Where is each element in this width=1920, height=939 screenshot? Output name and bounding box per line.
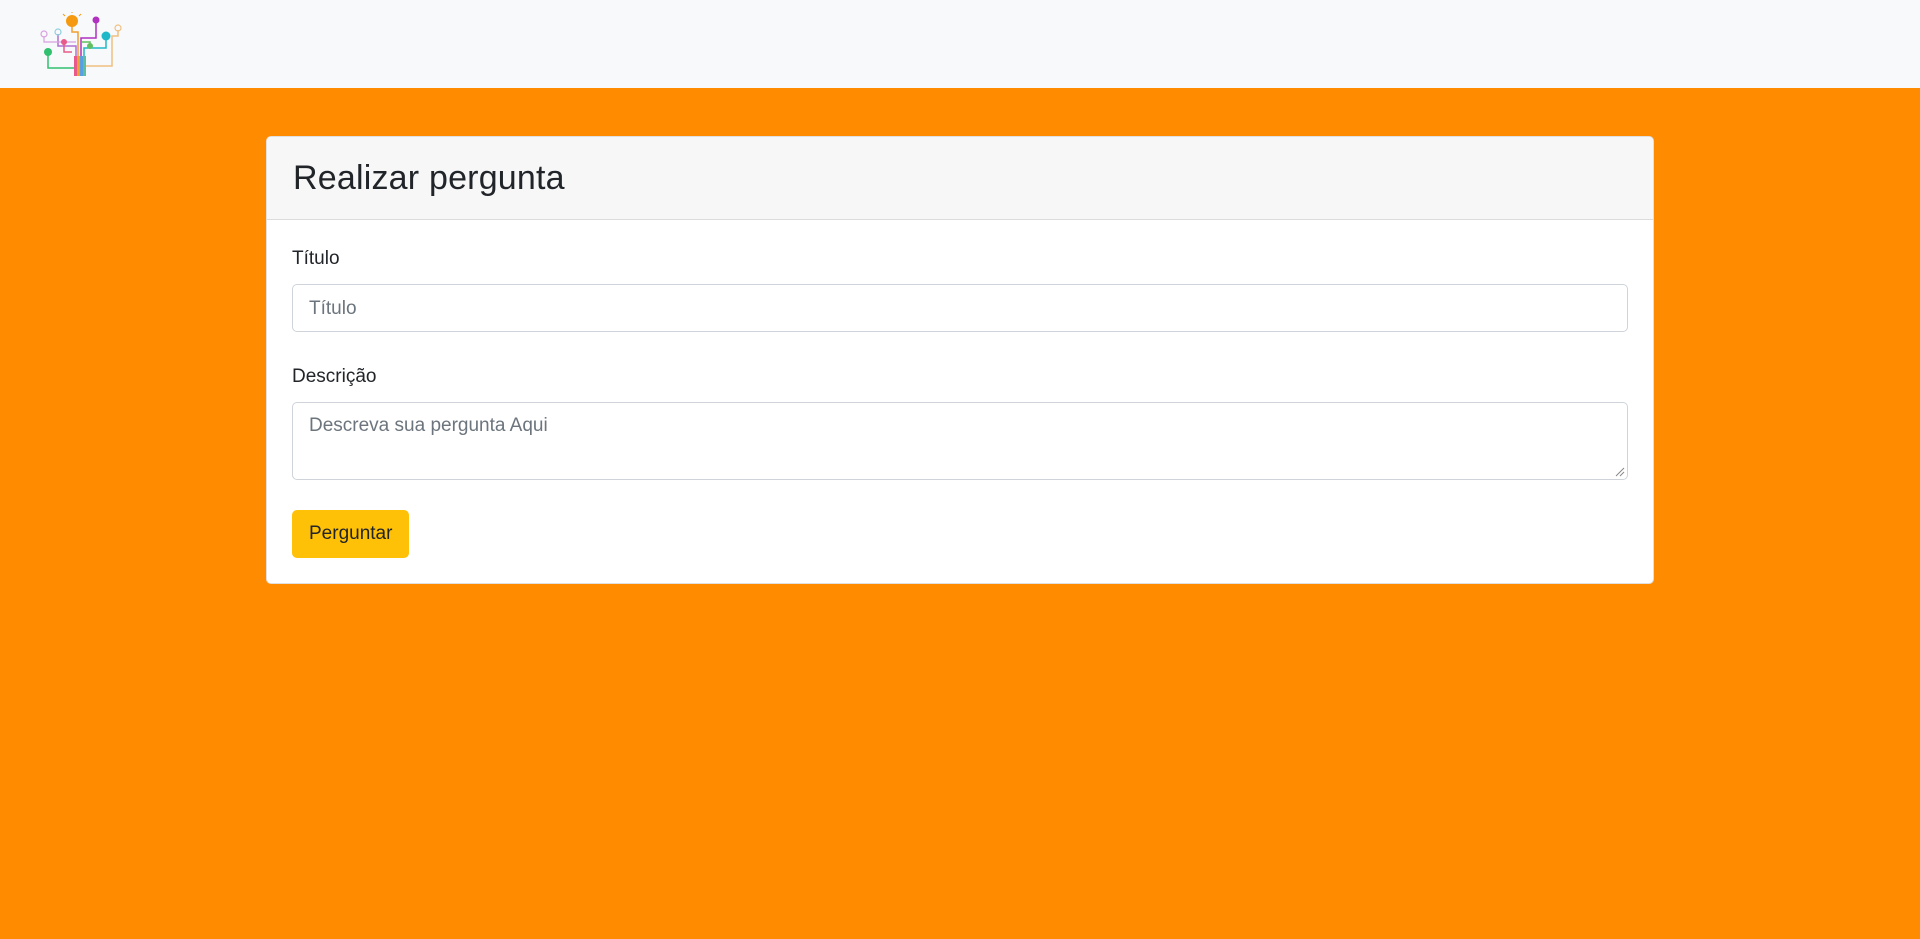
descricao-label: Descrição [292, 366, 377, 387]
descricao-placeholder: Descreva sua pergunta Aqui [309, 415, 548, 436]
perguntar-button[interactable]: Perguntar [292, 510, 410, 558]
lightbulb-tree-logo-icon[interactable] [38, 12, 128, 78]
question-form: Título Título Descrição Descreva sua per… [266, 136, 1654, 584]
titulo-input[interactable]: Título [292, 284, 1628, 332]
resize-handle-icon[interactable] [1615, 467, 1625, 477]
descricao-textarea[interactable]: Descreva sua pergunta Aqui [292, 402, 1628, 480]
titulo-label: Título [292, 248, 340, 269]
navbar [0, 0, 1920, 88]
titulo-placeholder: Título [309, 298, 357, 319]
